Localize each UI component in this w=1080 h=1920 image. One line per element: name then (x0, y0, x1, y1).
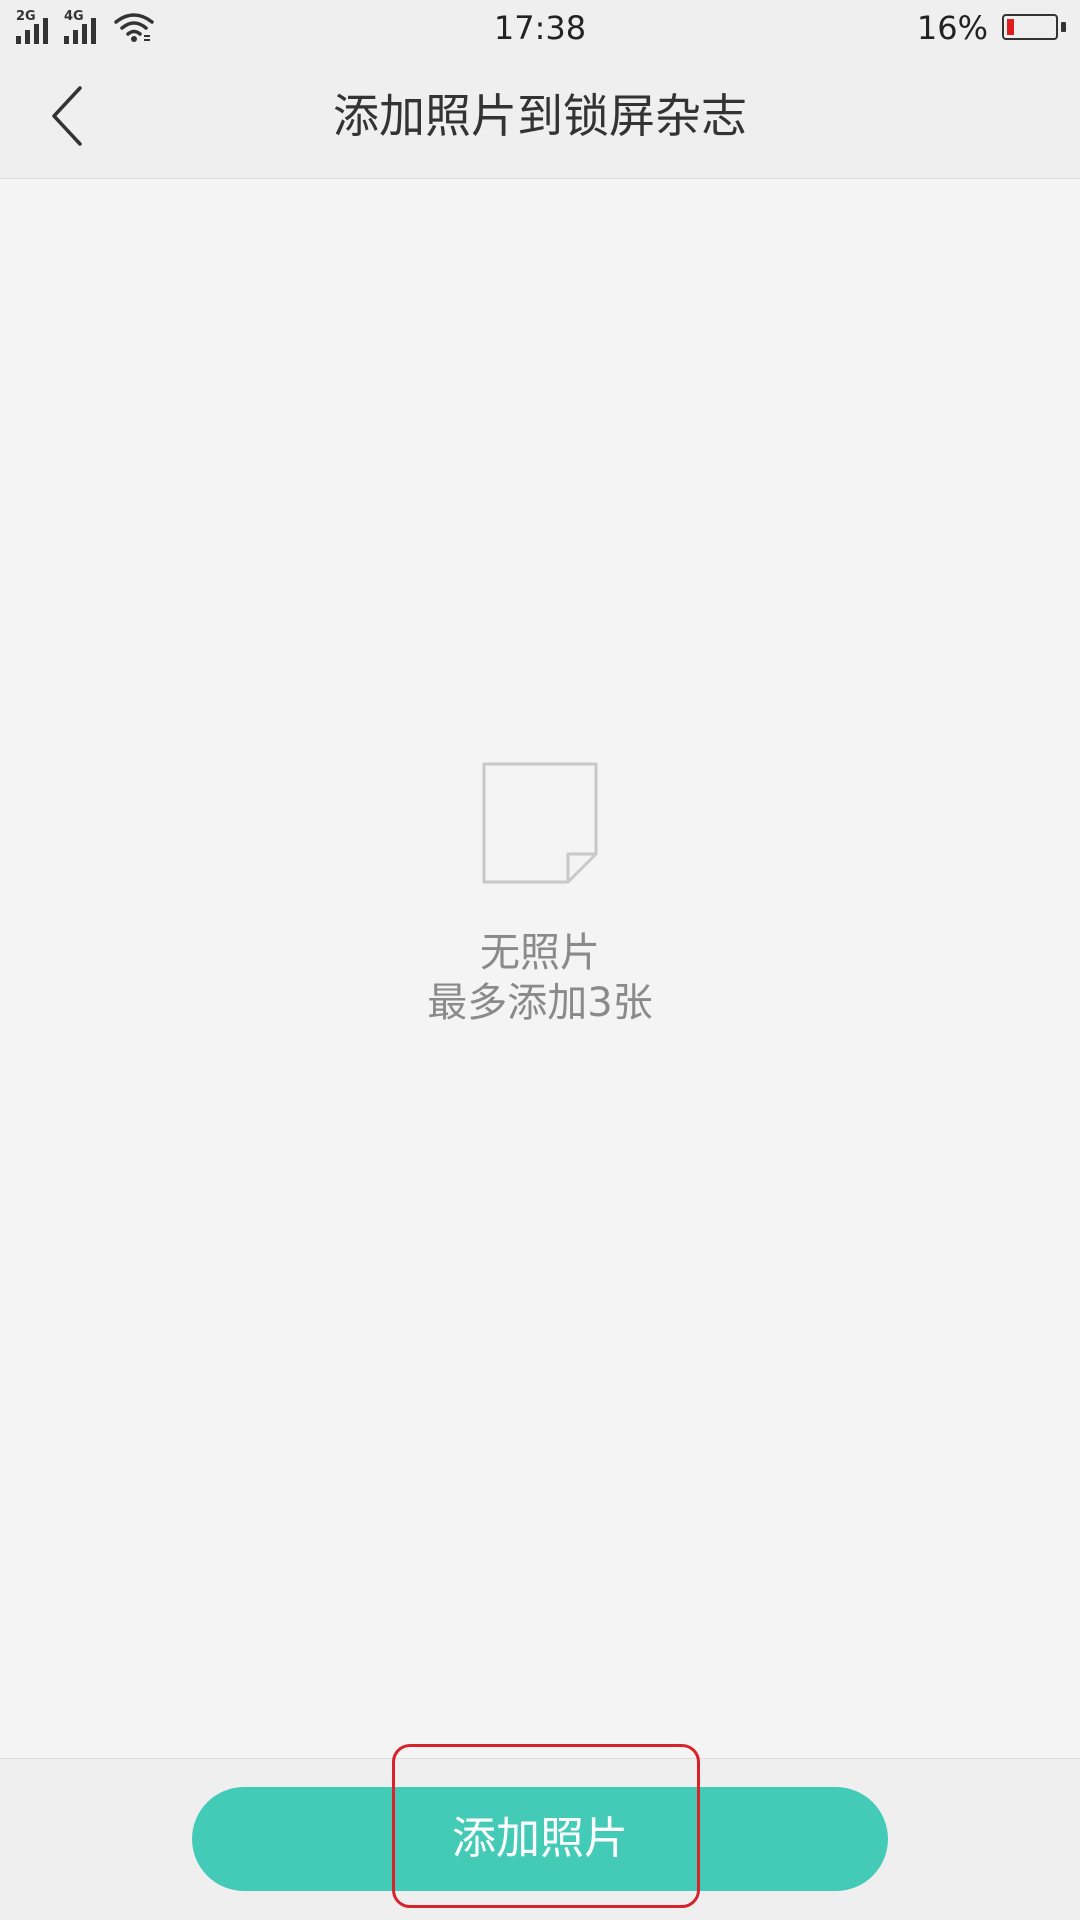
app-header: 添加照片到锁屏杂志 (0, 56, 1080, 179)
battery-level-fill (1007, 19, 1014, 35)
bottom-bar: 添加照片 (0, 1758, 1080, 1920)
page-title: 添加照片到锁屏杂志 (333, 89, 747, 143)
add-photo-button[interactable]: 添加照片 (192, 1787, 888, 1891)
status-bar: 2G 4G 17:38 16% (0, 0, 1080, 56)
empty-state-title: 无照片 (480, 930, 600, 976)
screen: 2G 4G 17:38 16% 添加照片到锁屏杂志 无照片 最多添加3张 添加照… (0, 0, 1080, 1920)
empty-state-subtitle: 最多添加3张 (427, 980, 653, 1026)
battery-icon (1002, 14, 1058, 40)
battery-cap (1061, 22, 1066, 32)
empty-state: 无照片 最多添加3张 (0, 760, 1080, 1028)
battery-percentage: 16% (916, 9, 988, 47)
blank-document-icon (482, 762, 598, 884)
